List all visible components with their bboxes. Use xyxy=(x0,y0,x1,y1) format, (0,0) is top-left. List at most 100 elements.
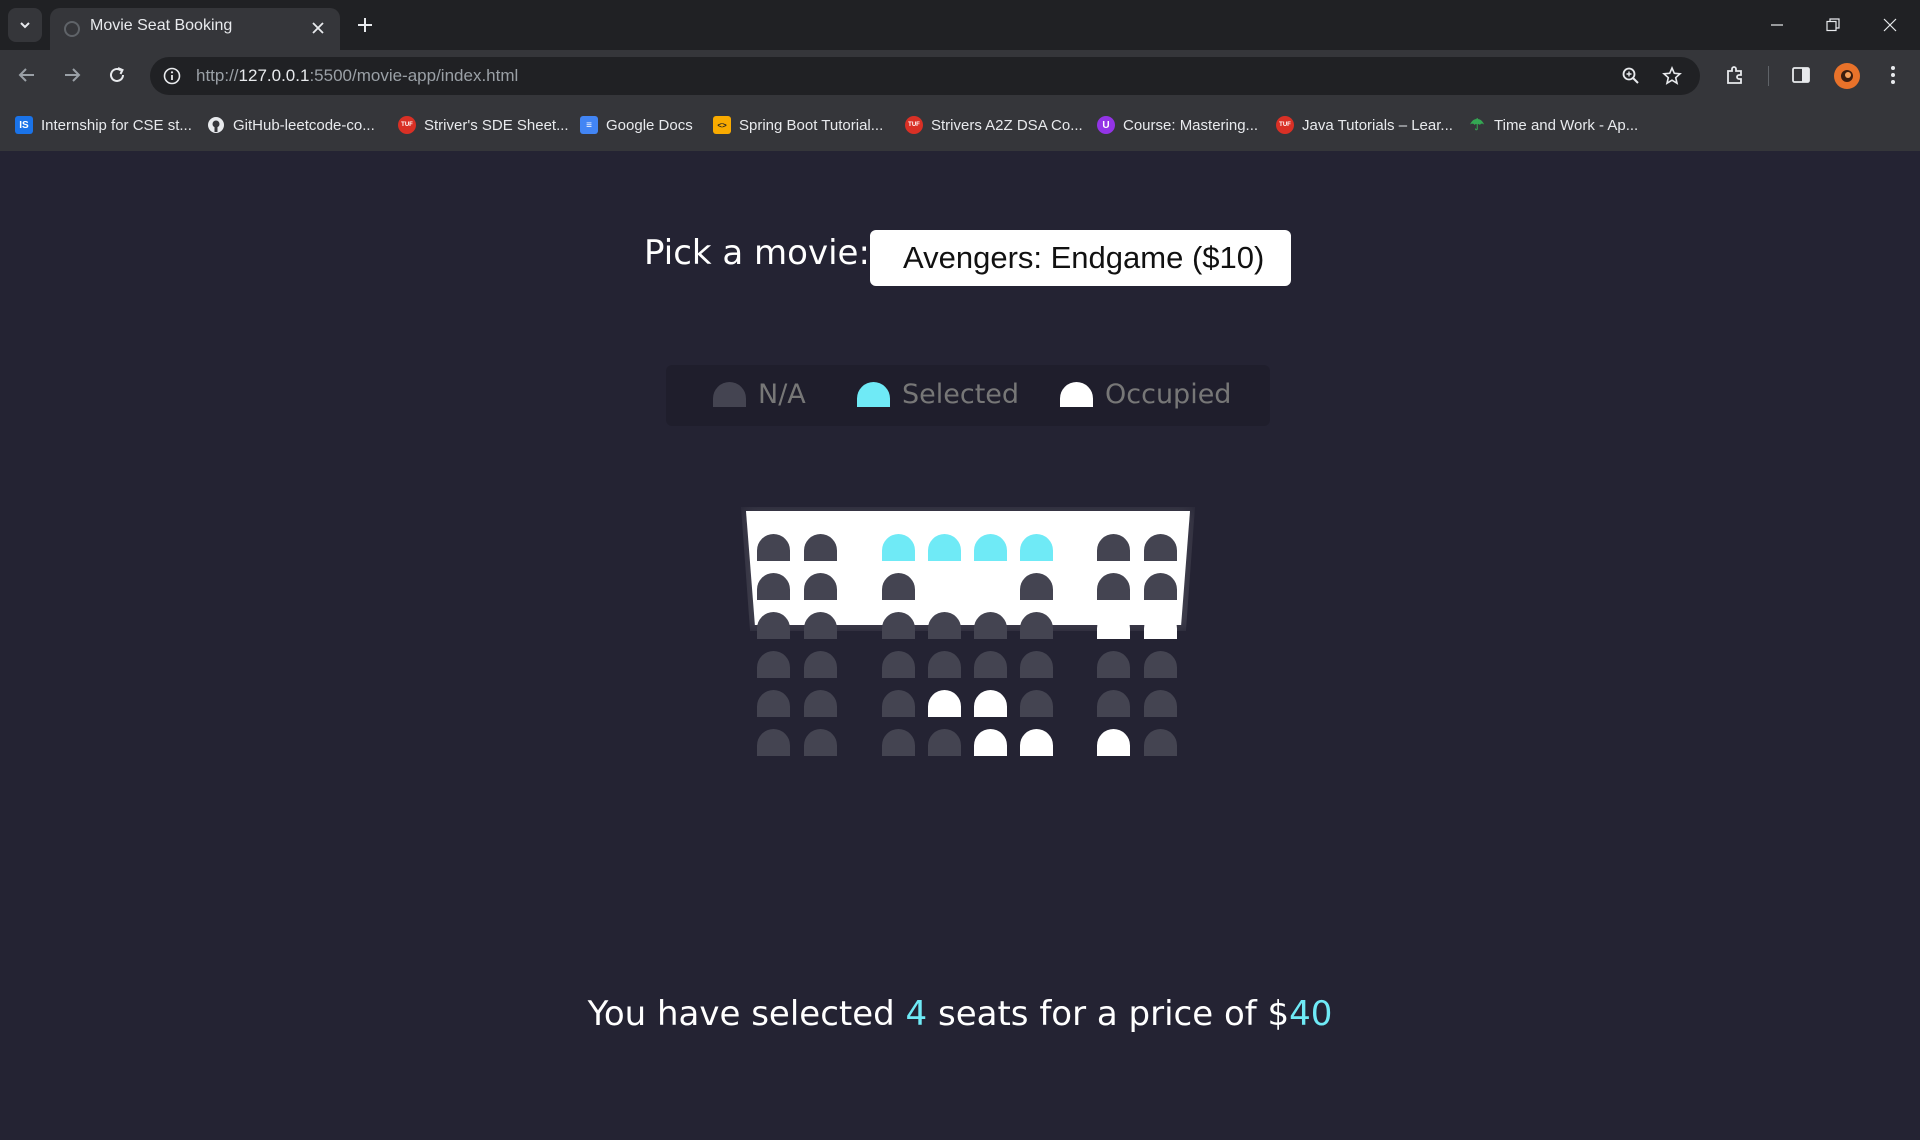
seat-available[interactable] xyxy=(757,612,790,639)
seat-available[interactable] xyxy=(882,612,915,639)
seat-available[interactable] xyxy=(804,729,837,756)
seat-available[interactable] xyxy=(1097,690,1130,717)
seat-occupied xyxy=(928,690,961,717)
chevron-down-icon xyxy=(20,22,30,29)
seat-available[interactable] xyxy=(1097,651,1130,678)
bookmark-item[interactable]: TUF Java Tutorials – Lear... xyxy=(1276,114,1453,136)
close-window-button[interactable] xyxy=(1875,10,1905,40)
bookmark-label: Course: Mastering... xyxy=(1123,116,1259,134)
seat-available[interactable] xyxy=(928,729,961,756)
new-tab-button[interactable] xyxy=(352,12,378,38)
seat-available[interactable] xyxy=(882,729,915,756)
page-content: Pick a movie: Avengers: Endgame ($10) N/… xyxy=(0,151,1920,1140)
course-icon: U xyxy=(1097,116,1115,134)
url-text[interactable]: http://127.0.0.1:5500/movie-app/index.ht… xyxy=(196,66,518,86)
bookmark-label: Internship for CSE st... xyxy=(41,116,192,134)
star-icon[interactable] xyxy=(1661,65,1683,87)
seat-available[interactable] xyxy=(928,612,961,639)
seat-available[interactable] xyxy=(1144,690,1177,717)
bookmark-label: Java Tutorials – Lear... xyxy=(1302,116,1453,134)
seat-available[interactable] xyxy=(757,534,790,561)
seat-available[interactable] xyxy=(804,612,837,639)
seat-available[interactable] xyxy=(1144,651,1177,678)
browser-tab[interactable]: Movie Seat Booking xyxy=(50,8,340,50)
selected-count: 4 xyxy=(905,994,928,1034)
bookmark-item[interactable]: IS Internship for CSE st... xyxy=(15,114,192,136)
seat-available[interactable] xyxy=(1144,729,1177,756)
profile-avatar[interactable] xyxy=(1834,63,1860,89)
browser-toolbar: http://127.0.0.1:5500/movie-app/index.ht… xyxy=(0,50,1920,100)
extensions-icon[interactable] xyxy=(1722,62,1748,88)
seat-available[interactable] xyxy=(1020,651,1053,678)
side-panel-icon[interactable] xyxy=(1788,62,1814,88)
seat-available[interactable] xyxy=(974,612,1007,639)
tab-title: Movie Seat Booking xyxy=(90,17,233,34)
bookmark-item[interactable]: TUF Striver's SDE Sheet... xyxy=(398,114,569,136)
movie-select[interactable]: Avengers: Endgame ($10) xyxy=(870,230,1291,286)
toolbar-divider xyxy=(1768,66,1769,86)
forward-button[interactable] xyxy=(57,60,87,90)
legend-item-selected: Selected xyxy=(857,379,1019,410)
seat-available[interactable] xyxy=(1097,534,1130,561)
seat-selected[interactable] xyxy=(928,534,961,561)
seat-selected[interactable] xyxy=(1020,534,1053,561)
url-scheme: http:// xyxy=(196,66,239,85)
site-info-icon[interactable] xyxy=(162,66,182,86)
minimize-icon xyxy=(1771,24,1783,26)
summary-middle: seats for a price of $ xyxy=(927,994,1290,1034)
legend-item-na: N/A xyxy=(713,379,806,410)
bookmark-favicon-icon: IS xyxy=(15,116,33,134)
seat-available[interactable] xyxy=(1144,534,1177,561)
seat-available[interactable] xyxy=(804,651,837,678)
seat-available[interactable] xyxy=(1144,573,1177,600)
bookmark-item[interactable]: ☂ Time and Work - Ap... xyxy=(1468,114,1638,136)
tab-search-button[interactable] xyxy=(8,8,42,42)
seat-available[interactable] xyxy=(804,690,837,717)
seat-available[interactable] xyxy=(882,651,915,678)
seat-available[interactable] xyxy=(757,573,790,600)
seat-available[interactable] xyxy=(804,573,837,600)
reload-icon xyxy=(110,67,124,82)
restore-button[interactable] xyxy=(1818,10,1848,40)
bookmark-label: Strivers A2Z DSA Co... xyxy=(931,116,1083,134)
seat-available[interactable] xyxy=(928,651,961,678)
bookmarks-bar: IS Internship for CSE st... GitHub-leetco… xyxy=(0,100,1920,151)
seat-available[interactable] xyxy=(1020,573,1053,600)
back-button[interactable] xyxy=(12,60,42,90)
address-bar[interactable]: http://127.0.0.1:5500/movie-app/index.ht… xyxy=(150,57,1700,95)
bookmark-item[interactable]: <> Spring Boot Tutorial... xyxy=(713,114,883,136)
seat-available[interactable] xyxy=(1020,690,1053,717)
seat-available[interactable] xyxy=(974,651,1007,678)
bookmark-item[interactable]: ≡ Google Docs xyxy=(580,114,693,136)
seat-occupied xyxy=(974,729,1007,756)
tuf-icon: TUF xyxy=(905,116,923,134)
seat-available[interactable] xyxy=(757,729,790,756)
seat-occupied xyxy=(974,690,1007,717)
bookmark-item[interactable]: U Course: Mastering... xyxy=(1097,114,1258,136)
zoom-icon[interactable] xyxy=(1620,65,1642,87)
seat-available[interactable] xyxy=(757,690,790,717)
bookmark-label: Spring Boot Tutorial... xyxy=(739,116,884,134)
seat-available[interactable] xyxy=(804,534,837,561)
arrow-right-icon xyxy=(65,68,81,82)
arrow-left-icon xyxy=(18,68,34,82)
minimize-button[interactable] xyxy=(1762,10,1792,40)
seat-selected[interactable] xyxy=(882,534,915,561)
movie-picker-label: Pick a movie: xyxy=(644,233,870,273)
menu-icon[interactable] xyxy=(1880,62,1906,88)
seat-available[interactable] xyxy=(882,573,915,600)
seat-available[interactable] xyxy=(757,651,790,678)
reload-button[interactable] xyxy=(102,60,132,90)
seat-available[interactable] xyxy=(1020,612,1053,639)
bookmark-item[interactable]: GitHub-leetcode-co... xyxy=(207,114,375,136)
seat-selected[interactable] xyxy=(974,534,1007,561)
seat-available[interactable] xyxy=(1097,573,1130,600)
tuf-icon: TUF xyxy=(398,116,416,134)
bookmark-label: Time and Work - Ap... xyxy=(1494,116,1639,134)
url-path: :5500/movie-app/index.html xyxy=(309,66,519,85)
bookmark-item[interactable]: TUF Strivers A2Z DSA Co... xyxy=(905,114,1083,136)
seat-occupied xyxy=(1097,612,1130,639)
close-icon[interactable] xyxy=(308,18,328,38)
seat-occupied-icon xyxy=(1060,382,1093,407)
seat-available[interactable] xyxy=(882,690,915,717)
